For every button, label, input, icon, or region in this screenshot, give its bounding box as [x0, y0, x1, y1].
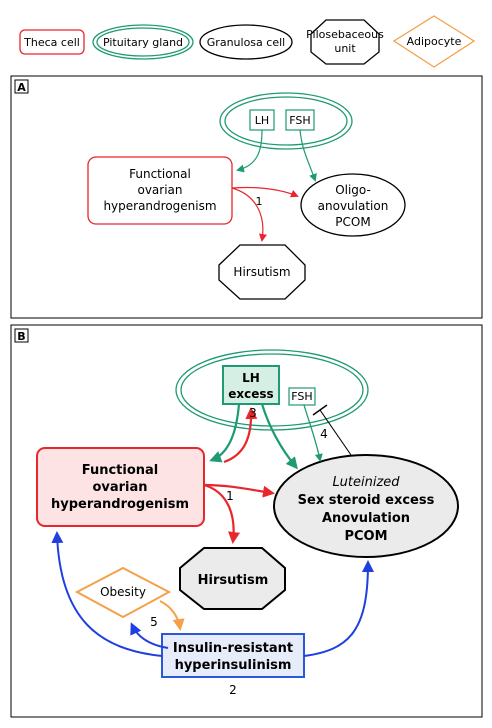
- panel-a-fsh-label: FSH: [289, 114, 310, 127]
- panel-a-hirsutism-label: Hirsutism: [233, 265, 290, 279]
- legend-pituitary-gland: Pituitary gland: [92, 24, 194, 60]
- legend: Theca cell Pituitary gland Granulosa cel…: [19, 15, 476, 68]
- panel-b-theca-line2: ovarian: [92, 480, 147, 495]
- legend-pilosebaceous-line1: Pilosebaceous: [306, 28, 384, 41]
- panel-a: A LH FSH Functional ovarian hyperandroge…: [10, 75, 483, 319]
- panel-b-granulosa-ellipse: Luteinized Sex steroid excess Anovulatio…: [273, 454, 459, 558]
- panel-b-label-5: 5: [150, 615, 158, 629]
- panel-b-anovulation-label: Anovulation: [322, 511, 410, 526]
- panel-a-theca-line2: ovarian: [137, 183, 182, 197]
- panel-b-lh-excess-line1: LH: [242, 371, 260, 385]
- panel-a-lh-label: LH: [255, 114, 269, 127]
- panel-a-pituitary: LH FSH: [219, 92, 353, 150]
- panel-b-luteinized-label: Luteinized: [332, 475, 400, 490]
- panel-b-pituitary: LH excess FSH: [175, 349, 369, 431]
- legend-adipocyte-label: Adipocyte: [407, 35, 462, 48]
- panel-b-label-1: 1: [226, 489, 234, 503]
- panel-a-oligo-line3: PCOM: [335, 215, 370, 229]
- panel-a-theca-line1: Functional: [129, 167, 191, 181]
- legend-pilosebaceous-unit: Pilosebaceous unit: [306, 19, 384, 65]
- panel-a-arrow-label-1: 1: [256, 195, 263, 208]
- panel-b-theca-box: Functional ovarian hyperandrogenism: [36, 447, 205, 527]
- panel-a-oligo-line2: anovulation: [318, 199, 389, 213]
- legend-pituitary-label: Pituitary gland: [103, 36, 183, 49]
- panel-a-label: A: [17, 81, 26, 94]
- panel-a-theca-line3: hyperandrogenism: [103, 199, 216, 213]
- legend-theca-cell: Theca cell: [19, 29, 85, 55]
- panel-b-label-3: 3: [249, 406, 257, 420]
- pcos-pathogenesis-diagram: Theca cell Pituitary gland Granulosa cel…: [10, 15, 483, 718]
- panel-b-insulin-line1: Insulin-resistant: [173, 641, 293, 656]
- panel-b-obesity: Obesity: [74, 566, 172, 619]
- legend-adipocyte: Adipocyte: [392, 15, 476, 68]
- panel-b-obesity-to-insulin-arrow: [159, 600, 185, 631]
- panel-b-sex-steroid-label: Sex steroid excess: [298, 493, 435, 508]
- panel-b-insulin-line2: hyperinsulinism: [175, 658, 292, 673]
- panel-b-fsh-label: FSH: [291, 390, 312, 403]
- panel-b-insulin-to-granulosa-arrow: [303, 560, 374, 657]
- legend-granulosa-cell: Granulosa cell: [199, 24, 293, 60]
- panel-b-label-4: 4: [320, 427, 328, 441]
- panel-b-theca-line3: hyperandrogenism: [51, 497, 189, 512]
- panel-b-hirsutism: Hirsutism: [179, 547, 286, 610]
- legend-theca-label: Theca cell: [23, 36, 80, 49]
- legend-granulosa-label: Granulosa cell: [207, 36, 285, 49]
- panel-a-theca-box: Functional ovarian hyperandrogenism: [87, 156, 233, 225]
- panel-b: B LH excess FSH Functional ovarian hyper…: [10, 324, 483, 718]
- panel-b-insulin-box: Insulin-resistant hyperinsulinism: [161, 633, 305, 678]
- panel-a-hirsutism: Hirsutism: [218, 244, 306, 300]
- panel-b-lh-excess-line2: excess: [228, 387, 273, 401]
- panel-a-oligo-anovulation: Oligo- anovulation PCOM: [300, 173, 406, 237]
- panel-b-obesity-label: Obesity: [100, 585, 146, 599]
- panel-b-label-2: 2: [229, 683, 237, 697]
- panel-b-pcom-label: PCOM: [344, 529, 387, 544]
- panel-b-label: B: [17, 330, 25, 343]
- panel-a-oligo-line1: Oligo-: [335, 183, 371, 197]
- panel-b-hirsutism-label: Hirsutism: [198, 573, 269, 588]
- legend-pilosebaceous-line2: unit: [334, 42, 356, 55]
- panel-b-theca-line1: Functional: [82, 463, 159, 478]
